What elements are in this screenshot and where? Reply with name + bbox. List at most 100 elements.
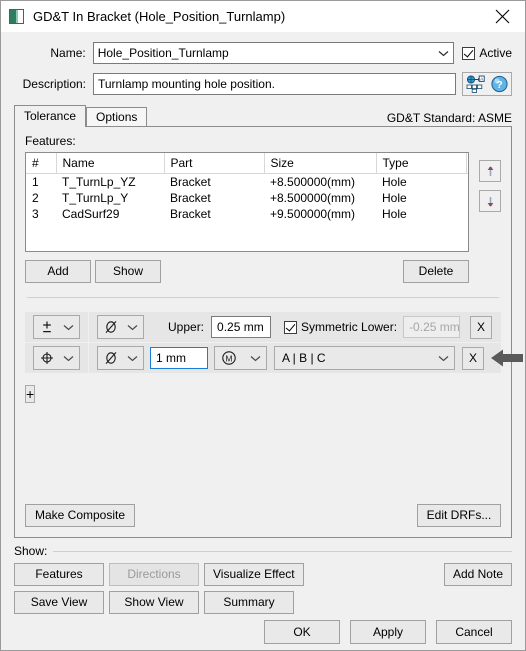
column-header-type[interactable]: Type	[376, 153, 467, 174]
cell-size: +8.500000(mm)	[264, 173, 376, 190]
directions-show-button: Directions	[109, 563, 199, 586]
name-combo[interactable]: Hole_Position_Turnlamp	[92, 42, 455, 64]
position-symbol-combo[interactable]	[33, 346, 80, 370]
apply-button[interactable]: Apply	[350, 620, 426, 644]
features-action-buttons: Add Show Delete	[25, 260, 501, 283]
symmetric-lower-label: Symmetric Lower:	[301, 320, 398, 334]
diameter-symbol-combo[interactable]	[97, 315, 144, 339]
active-label: Active	[479, 46, 512, 60]
show-button[interactable]: Show	[95, 260, 161, 283]
datum-reference-value: A | B | C	[282, 351, 326, 365]
plus-minus-symbol	[43, 321, 51, 333]
tolerance-tab-panel: Features: # Name Part Size Type 1 T_Turn…	[14, 126, 523, 538]
chevron-down-icon	[127, 324, 138, 331]
chevron-down-icon	[438, 50, 449, 57]
diameter-symbol	[105, 321, 117, 333]
cell-size: +8.500000(mm)	[264, 190, 376, 206]
symmetric-lower-checkbox[interactable]	[284, 320, 298, 334]
tab-tolerance[interactable]: Tolerance	[14, 105, 87, 127]
plus-minus-symbol-combo[interactable]	[33, 315, 80, 339]
cell-num: 3	[26, 206, 56, 222]
upper-value-input[interactable]: 0.25 mm	[211, 316, 272, 338]
active-checkbox[interactable]	[462, 46, 476, 60]
show-view-button[interactable]: Show View	[109, 591, 199, 614]
description-tools: A ?	[462, 72, 512, 96]
help-icon[interactable]: ?	[487, 73, 511, 95]
column-header-spacer	[466, 153, 468, 174]
name-row: Name: Hole_Position_Turnlamp Active	[14, 42, 512, 64]
divider	[27, 297, 499, 298]
diameter-symbol-combo[interactable]	[97, 346, 144, 370]
ok-button[interactable]: OK	[264, 620, 340, 644]
gdt-standard-text: GD&T Standard: ASME	[386, 111, 512, 125]
cell-part: Bracket	[164, 206, 264, 222]
description-row: Description: Turnlamp mounting hole posi…	[14, 72, 512, 96]
translate-icon[interactable]: A	[463, 73, 487, 95]
app-icon	[9, 9, 24, 24]
tab-options[interactable]: Options	[86, 107, 148, 127]
cell-name: CadSurf29	[56, 206, 164, 222]
datum-reference-combo[interactable]: A | B | C	[274, 346, 455, 370]
cell-num: 2	[26, 190, 56, 206]
tolerance-value-cell: 1 mm M A | B | C X	[89, 343, 526, 373]
upper-label: Upper:	[168, 320, 205, 334]
show-buttons-row-1: Features Directions Visualize Effect Add…	[14, 563, 512, 586]
features-table[interactable]: # Name Part Size Type 1 T_TurnLp_YZ Brac…	[25, 152, 469, 252]
features-show-button[interactable]: Features	[14, 563, 104, 586]
add-note-button[interactable]: Add Note	[443, 563, 512, 586]
table-row[interactable]: 2 T_TurnLp_Y Bracket +8.500000(mm) Hole	[26, 190, 468, 206]
cell-part: Bracket	[164, 190, 264, 206]
show-buttons-row-2: Save View Show View Summary	[14, 591, 512, 614]
add-tolerance-row-button[interactable]: +	[25, 385, 36, 403]
add-tolerance-row-wrap: +	[25, 383, 501, 405]
cancel-button[interactable]: Cancel	[436, 620, 512, 644]
arrow-down-icon[interactable]	[479, 190, 501, 212]
composite-buttons-row: Make Composite Edit DRFs...	[25, 504, 501, 527]
lower-value-input: -0.25 mm	[403, 316, 461, 338]
column-header-part[interactable]: Part	[164, 153, 265, 174]
close-icon[interactable]	[479, 1, 525, 32]
add-button[interactable]: Add	[25, 260, 91, 283]
edit-drfs-button[interactable]: Edit DRFs...	[417, 504, 501, 527]
chevron-down-icon	[127, 355, 138, 362]
show-group-label: Show:	[14, 544, 48, 558]
column-header-size[interactable]: Size	[264, 153, 377, 174]
dialog-content: Name: Hole_Position_Turnlamp Active Desc…	[1, 32, 525, 614]
summary-button[interactable]: Summary	[204, 591, 294, 614]
cell-type: Hole	[376, 206, 466, 222]
cell-spacer	[466, 190, 468, 206]
diameter-symbol	[105, 352, 117, 364]
mmc-symbol-combo[interactable]: M	[214, 346, 267, 370]
tolerance-modifier-cell: Upper: 0.25 mm Symmetric Lower: -0.25 mm…	[89, 312, 500, 342]
window-title: GD&T In Bracket (Hole_Position_Turnlamp)	[33, 9, 286, 24]
cell-spacer	[466, 206, 468, 222]
name-value: Hole_Position_Turnlamp	[97, 46, 229, 60]
left-arrow-pointer-icon	[490, 348, 524, 368]
delete-button[interactable]: Delete	[403, 260, 469, 283]
position-symbol	[41, 352, 53, 364]
remove-tolerance-row-1-button[interactable]: X	[470, 315, 493, 339]
tolerance-value-input[interactable]: 1 mm	[150, 347, 208, 369]
cell-type: Hole	[376, 173, 466, 190]
tab-strip: Tolerance Options GD&T Standard: ASME	[14, 105, 512, 127]
column-header-num[interactable]: #	[26, 153, 57, 174]
tolerance-symbol-cell	[25, 343, 89, 373]
table-row[interactable]: 1 T_TurnLp_YZ Bracket +8.500000(mm) Hole	[26, 173, 468, 190]
cell-size: +9.500000(mm)	[264, 206, 376, 222]
arrow-up-icon[interactable]	[479, 160, 501, 182]
chevron-down-icon	[438, 355, 449, 362]
description-input[interactable]: Turnlamp mounting hole position.	[93, 73, 456, 95]
make-composite-button[interactable]: Make Composite	[25, 504, 135, 527]
mmc-symbol: M	[222, 351, 236, 365]
visualize-effect-button[interactable]: Visualize Effect	[204, 563, 304, 586]
table-row[interactable]: 3 CadSurf29 Bracket +9.500000(mm) Hole	[26, 206, 468, 222]
cell-spacer	[466, 173, 468, 190]
remove-tolerance-row-2-button[interactable]: X	[462, 346, 484, 370]
features-table-wrap: # Name Part Size Type 1 T_TurnLp_YZ Brac…	[25, 152, 501, 252]
description-label: Description:	[22, 77, 86, 91]
show-group-header: Show:	[14, 544, 512, 558]
save-view-button[interactable]: Save View	[14, 591, 104, 614]
gdt-dialog: GD&T In Bracket (Hole_Position_Turnlamp)…	[0, 0, 526, 651]
column-header-name[interactable]: Name	[56, 153, 165, 174]
cell-part: Bracket	[164, 173, 264, 190]
